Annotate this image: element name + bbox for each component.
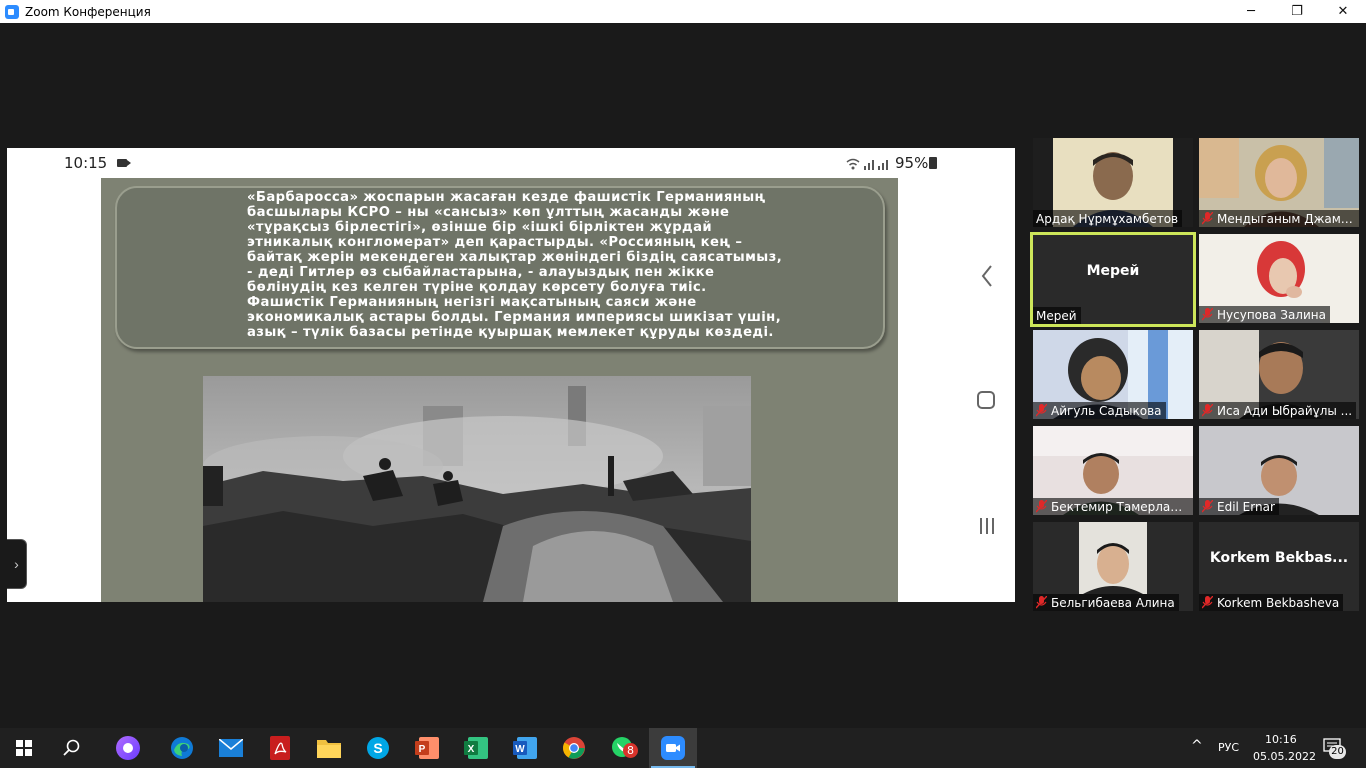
- phone-time: 10:15: [64, 154, 108, 172]
- presentation-slide: «Барбаросса» жоспарын жасаған кезде фаши…: [101, 178, 898, 602]
- participant-name-bar: Edil Ernar: [1199, 498, 1279, 515]
- muted-mic-icon: [1202, 596, 1213, 609]
- participant-name: Edil Ernar: [1217, 499, 1275, 514]
- phone-screen: 10:15 95% «Барбаросса» жоспарын жасаған …: [43, 150, 973, 602]
- participant-name-bar: Мерей: [1033, 307, 1081, 324]
- participant-name: Бектемир Тамерлан ...: [1051, 499, 1189, 514]
- zoom-icon[interactable]: [649, 728, 697, 768]
- participant-big-name: Мерей: [1086, 263, 1140, 279]
- word-icon[interactable]: W: [501, 728, 549, 768]
- zoom-app-icon: [5, 4, 19, 19]
- participant-name-bar: Бектемир Тамерлан ...: [1033, 498, 1193, 515]
- muted-mic-icon: [1202, 212, 1213, 225]
- windows-taskbar: S P X W 8 ^ РУС 10:16 05.05.2022 20: [0, 728, 1366, 768]
- participant-name: Мендыганым Джамал...: [1217, 211, 1355, 226]
- excel-icon[interactable]: X: [452, 728, 500, 768]
- participant-tile-active-speaker[interactable]: Мерей Мерей: [1030, 232, 1196, 327]
- muted-mic-icon: [1036, 500, 1047, 513]
- participant-name: Korkem Bekbasheva: [1217, 595, 1340, 610]
- muted-mic-icon: [1202, 404, 1213, 417]
- participant-tile[interactable]: Бектемир Тамерлан ...: [1033, 426, 1193, 515]
- signal-icon: [846, 158, 888, 170]
- participant-name-bar: Korkem Bekbasheva: [1199, 594, 1344, 611]
- participant-tile[interactable]: Edil Ernar: [1199, 426, 1359, 515]
- participant-tile[interactable]: Korkem Bekbas... Korkem Bekbasheva: [1199, 522, 1359, 611]
- participant-name: Нусупова Залина: [1217, 307, 1326, 322]
- muted-mic-icon: [1202, 308, 1213, 321]
- expand-panel-button[interactable]: ›: [7, 539, 27, 589]
- clock-time[interactable]: 10:16: [1265, 733, 1297, 746]
- minimize-button[interactable]: ─: [1228, 0, 1274, 23]
- svg-text:P: P: [419, 744, 426, 755]
- participant-tile[interactable]: Бельгибаева Алина: [1033, 522, 1193, 611]
- slide-text-box: «Барбаросса» жоспарын жасаған кезде фаши…: [115, 186, 885, 349]
- close-button[interactable]: ✕: [1320, 0, 1366, 23]
- skype-icon[interactable]: S: [354, 728, 402, 768]
- participant-name-bar: Айгуль Садыкова: [1033, 402, 1166, 419]
- participant-tile[interactable]: Иса Ади Ыбрайұлы ...: [1199, 330, 1359, 419]
- search-icon[interactable]: [48, 728, 96, 768]
- android-recents-icon[interactable]: [977, 517, 997, 535]
- muted-mic-icon: [1202, 500, 1213, 513]
- input-language[interactable]: РУС: [1218, 741, 1239, 754]
- alice-icon[interactable]: [104, 728, 152, 768]
- window-title: Zoom Конференция: [25, 4, 151, 19]
- participant-name-bar: Бельгибаева Алина: [1033, 594, 1179, 611]
- phone-battery: 95%: [895, 154, 929, 172]
- pdf-icon[interactable]: [256, 728, 304, 768]
- participant-name: Айгуль Садыкова: [1051, 403, 1162, 418]
- battery-icon: [929, 157, 937, 169]
- participant-tile[interactable]: Айгуль Садыкова: [1033, 330, 1193, 419]
- window-titlebar: Zoom Конференция ─ ❐ ✕: [0, 0, 1366, 23]
- window-controls: ─ ❐ ✕: [1228, 0, 1366, 23]
- shared-screen[interactable]: 10:15 95% «Барбаросса» жоспарын жасаған …: [7, 148, 1015, 602]
- whatsapp-icon[interactable]: 8: [599, 728, 647, 768]
- participant-tile[interactable]: Нусупова Залина: [1199, 234, 1359, 323]
- svg-text:X: X: [468, 744, 475, 755]
- muted-mic-icon: [1036, 596, 1047, 609]
- clock-date[interactable]: 05.05.2022: [1253, 750, 1316, 763]
- phone-status-bar: 10:15 95%: [43, 150, 958, 176]
- slide-text: «Барбаросса» жоспарын жасаған кезде фаши…: [247, 190, 783, 340]
- meeting-area: 10:15 95% «Барбаросса» жоспарын жасаған …: [0, 23, 1366, 728]
- notifications-count: 20: [1329, 745, 1346, 759]
- svg-text:S: S: [373, 740, 382, 756]
- participant-name-bar: Мендыганым Джамал...: [1199, 210, 1359, 227]
- restore-button[interactable]: ❐: [1274, 0, 1320, 23]
- android-back-icon[interactable]: [979, 263, 995, 289]
- war-photo: [203, 376, 751, 602]
- participant-big-name: Korkem Bekbas...: [1209, 550, 1349, 566]
- participant-tile[interactable]: Ардақ Нұрмұхамбетов: [1033, 138, 1193, 227]
- powerpoint-icon[interactable]: P: [403, 728, 451, 768]
- muted-mic-icon: [1036, 404, 1047, 417]
- chrome-icon[interactable]: [550, 728, 598, 768]
- notifications-icon[interactable]: 20: [1323, 738, 1346, 759]
- android-home-icon[interactable]: [977, 391, 995, 409]
- participant-name: Бельгибаева Алина: [1051, 595, 1175, 610]
- windows-start-icon[interactable]: [0, 728, 48, 768]
- mail-icon[interactable]: [207, 728, 255, 768]
- participant-name-bar: Иса Ади Ыбрайұлы ...: [1199, 402, 1357, 419]
- video-record-icon: [117, 159, 131, 167]
- participant-name: Мерей: [1036, 308, 1077, 323]
- tray-chevron-icon[interactable]: ^: [1191, 738, 1203, 754]
- edge-icon[interactable]: [158, 728, 206, 768]
- participant-tile[interactable]: Мендыганым Джамал...: [1199, 138, 1359, 227]
- participant-name-bar: Нусупова Залина: [1199, 306, 1330, 323]
- participant-name: Ардақ Нұрмұхамбетов: [1036, 211, 1179, 226]
- whatsapp-badge: 8: [623, 743, 638, 758]
- folder-icon[interactable]: [305, 728, 353, 768]
- svg-text:W: W: [515, 744, 525, 755]
- participant-name-bar: Ардақ Нұрмұхамбетов: [1033, 210, 1183, 227]
- participant-name: Иса Ади Ыбрайұлы ...: [1217, 403, 1353, 418]
